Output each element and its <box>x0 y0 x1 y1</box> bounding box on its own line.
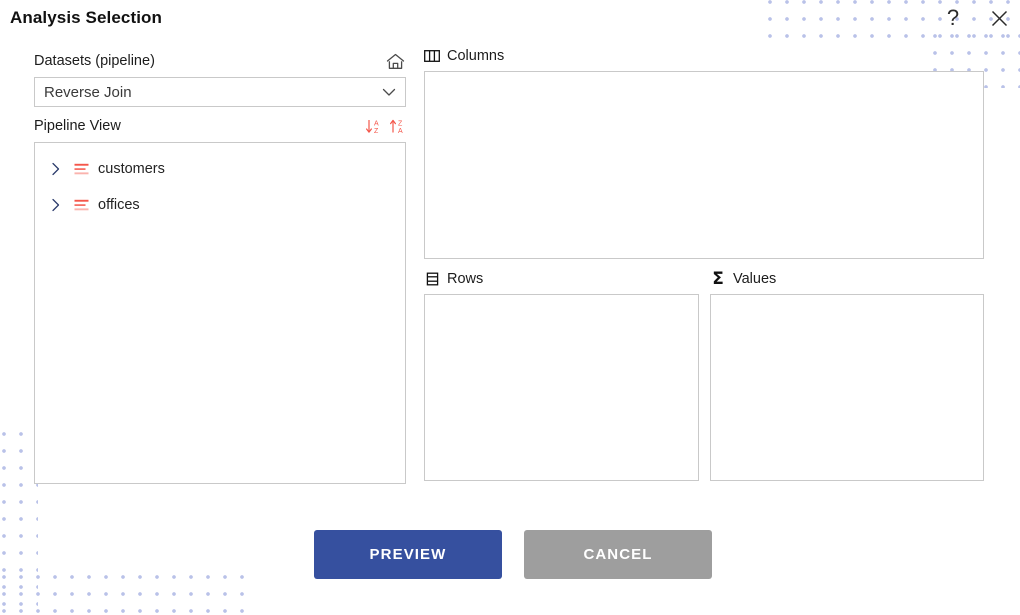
decorative-dot-pattern-bottom-left-column <box>2 432 38 615</box>
rows-zone-label: Rows <box>447 271 484 287</box>
columns-dropzone[interactable] <box>424 71 984 259</box>
table-icon <box>74 163 89 174</box>
sort-descending-button[interactable]: Z A <box>389 118 406 135</box>
sort-z-a-ascending-icon: Z A <box>390 119 403 135</box>
svg-text:Z: Z <box>398 120 403 127</box>
sort-ascending-button[interactable]: A Z <box>365 118 382 135</box>
home-icon <box>386 53 404 69</box>
columns-icon <box>424 49 440 64</box>
preview-button[interactable]: PREVIEW <box>314 530 502 579</box>
values-zone: Σ Values <box>710 269 984 481</box>
close-icon <box>991 10 1007 26</box>
dataset-select[interactable]: Reverse Join <box>34 77 406 107</box>
table-icon <box>74 199 89 210</box>
columns-zone: Columns <box>424 46 984 259</box>
pipeline-view-header: Pipeline View A Z Z A <box>34 116 406 136</box>
rows-dropzone[interactable] <box>424 294 699 481</box>
page-title: Analysis Selection <box>10 8 163 27</box>
sort-controls: A Z Z A <box>365 118 406 135</box>
sigma-icon: Σ <box>712 268 724 289</box>
columns-zone-label: Columns <box>447 48 505 64</box>
decorative-dot-pattern-top-right <box>768 0 1020 48</box>
cancel-button[interactable]: CANCEL <box>524 530 712 579</box>
pipeline-tree[interactable]: customers offices <box>34 142 406 484</box>
chevron-right-icon[interactable] <box>48 161 64 177</box>
chevron-right-icon[interactable] <box>48 197 64 213</box>
svg-text:Z: Z <box>374 128 379 135</box>
help-button[interactable]: ? <box>940 5 966 31</box>
tree-item-label: offices <box>98 197 140 213</box>
datasets-label-row: Datasets (pipeline) <box>34 50 406 72</box>
decorative-dot-pattern-bottom-left-row <box>2 575 250 615</box>
rows-zone-header: Rows <box>424 269 699 289</box>
svg-text:A: A <box>398 128 403 135</box>
values-zone-header: Σ Values <box>710 269 984 289</box>
tree-item-customers[interactable]: customers <box>35 151 405 187</box>
rows-zone: Rows <box>424 269 699 481</box>
dataset-select-value: Reverse Join <box>44 83 132 101</box>
footer-actions: PREVIEW CANCEL <box>314 530 712 579</box>
rows-icon <box>424 272 440 287</box>
datasets-panel: Datasets (pipeline) Reverse Join Pipelin… <box>34 50 406 484</box>
home-button[interactable] <box>384 50 406 72</box>
datasets-label: Datasets (pipeline) <box>34 53 155 69</box>
pipeline-view-label: Pipeline View <box>34 118 121 134</box>
tree-item-label: customers <box>98 161 165 177</box>
tree-item-offices[interactable]: offices <box>35 187 405 223</box>
question-mark-icon: ? <box>946 5 960 30</box>
values-zone-label: Values <box>733 271 777 287</box>
sort-a-z-descending-icon: A Z <box>366 119 379 135</box>
columns-zone-header: Columns <box>424 46 984 66</box>
svg-text:A: A <box>374 120 379 127</box>
values-dropzone[interactable] <box>710 294 984 481</box>
close-button[interactable] <box>986 5 1012 31</box>
chevron-down-icon <box>382 88 396 96</box>
